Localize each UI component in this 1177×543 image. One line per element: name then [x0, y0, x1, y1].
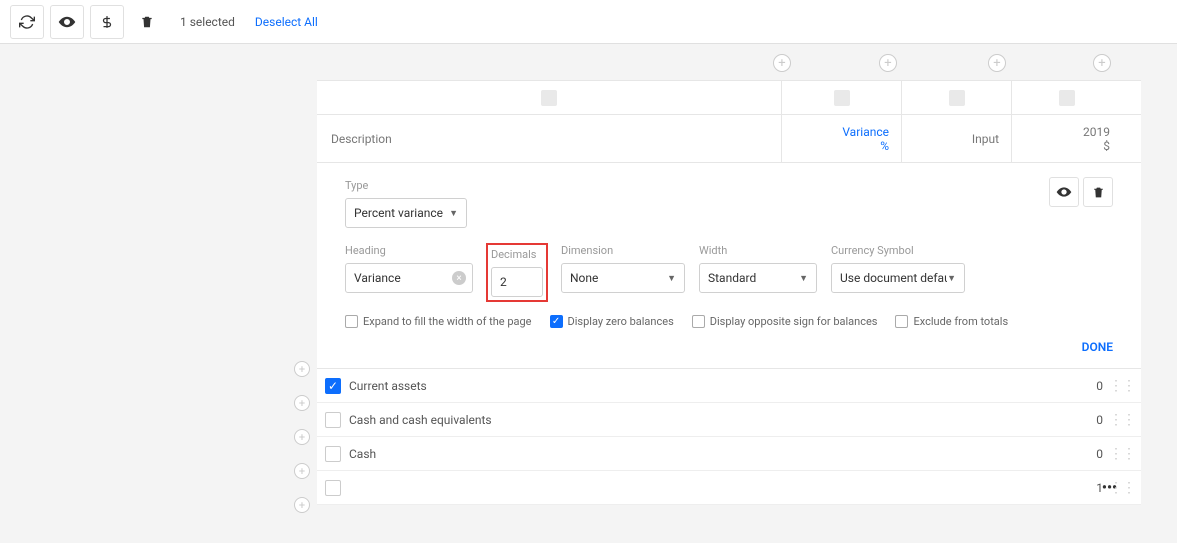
column-checkbox[interactable]: [949, 90, 965, 106]
visibility-button[interactable]: [50, 5, 84, 39]
table-row[interactable]: + Cash 0 ⋮⋮: [317, 437, 1141, 471]
column-checkbox[interactable]: [1059, 90, 1075, 106]
data-rows: + + ✓ Current assets 0 ⋮⋮ + Cash and cas…: [317, 369, 1141, 505]
column-checkbox-row: [317, 81, 1141, 115]
chevron-down-icon: ▼: [799, 273, 808, 284]
currency-select[interactable]: Use document default ▼: [831, 263, 965, 293]
add-column-button[interactable]: +: [773, 54, 791, 72]
add-row-button[interactable]: +: [294, 497, 310, 513]
width-label: Width: [699, 244, 817, 257]
heading-input[interactable]: Variance ×: [345, 263, 473, 293]
display-zero-checkbox[interactable]: ✓Display zero balances: [550, 315, 674, 328]
table-row[interactable]: + 1 ••• ⋮⋮: [317, 471, 1141, 505]
add-column-button[interactable]: +: [1093, 54, 1111, 72]
done-button[interactable]: DONE: [1082, 340, 1113, 354]
type-label: Type: [345, 179, 1113, 192]
add-column-row: + + + +: [0, 44, 1177, 80]
selection-count: 1 selected: [180, 15, 235, 29]
dimension-select[interactable]: None ▼: [561, 263, 685, 293]
row-description: Cash: [349, 447, 981, 461]
header-description[interactable]: Description: [317, 115, 782, 162]
type-select[interactable]: Percent variance ▼: [345, 198, 467, 228]
add-column-button[interactable]: +: [988, 54, 1006, 72]
drag-handle-icon[interactable]: ⋮⋮: [1109, 378, 1135, 394]
deselect-all-link[interactable]: Deselect All: [255, 15, 318, 29]
decimals-input[interactable]: 2: [491, 267, 543, 297]
column-header-row: Description Variance % Input 2019 $: [317, 115, 1141, 163]
row-description: Cash and cash equivalents: [349, 413, 981, 427]
decimals-label: Decimals: [491, 248, 543, 261]
currency-button[interactable]: [90, 5, 124, 39]
header-variance[interactable]: Variance %: [782, 115, 902, 162]
add-row-button[interactable]: +: [294, 463, 310, 479]
add-row-button[interactable]: +: [294, 361, 310, 377]
add-row-button[interactable]: +: [294, 395, 310, 411]
add-row-button[interactable]: +: [294, 429, 310, 445]
header-year[interactable]: 2019 $: [1012, 115, 1122, 162]
width-select[interactable]: Standard ▼: [699, 263, 817, 293]
column-checkbox[interactable]: [541, 90, 557, 106]
currency-label: Currency Symbol: [831, 244, 965, 257]
delete-button[interactable]: [130, 5, 164, 39]
drag-handle-icon[interactable]: ⋮⋮: [1109, 480, 1135, 496]
report-panel: Description Variance % Input 2019 $ Type…: [317, 80, 1141, 505]
row-description: Current assets: [349, 379, 981, 393]
visibility-button[interactable]: [1049, 177, 1079, 207]
refresh-button[interactable]: [10, 5, 44, 39]
row-checkbox[interactable]: [325, 412, 341, 428]
chevron-down-icon: ▼: [947, 273, 956, 284]
column-checkbox[interactable]: [834, 90, 850, 106]
drag-handle-icon[interactable]: ⋮⋮: [1109, 446, 1135, 462]
table-row[interactable]: + Cash and cash equivalents 0 ⋮⋮: [317, 403, 1141, 437]
dimension-label: Dimension: [561, 244, 685, 257]
row-checkbox[interactable]: ✓: [325, 378, 341, 394]
exclude-totals-checkbox[interactable]: Exclude from totals: [895, 315, 1008, 328]
selection-toolbar: 1 selected Deselect All: [0, 0, 1177, 44]
add-column-button[interactable]: +: [879, 54, 897, 72]
opposite-sign-checkbox[interactable]: Display opposite sign for balances: [692, 315, 878, 328]
clear-icon[interactable]: ×: [452, 271, 466, 285]
delete-button[interactable]: [1083, 177, 1113, 207]
drag-handle-icon[interactable]: ⋮⋮: [1109, 412, 1135, 428]
row-checkbox[interactable]: [325, 446, 341, 462]
decimals-field-highlight: Decimals 2: [487, 244, 547, 301]
header-input[interactable]: Input: [902, 115, 1012, 162]
chevron-down-icon: ▼: [667, 273, 676, 284]
expand-width-checkbox[interactable]: Expand to fill the width of the page: [345, 315, 532, 328]
row-checkbox[interactable]: [325, 480, 341, 496]
heading-label: Heading: [345, 244, 473, 257]
chevron-down-icon: ▼: [449, 208, 458, 219]
column-edit-panel: Type Percent variance ▼ Heading Variance…: [317, 163, 1141, 369]
table-row[interactable]: + ✓ Current assets 0 ⋮⋮: [317, 369, 1141, 403]
